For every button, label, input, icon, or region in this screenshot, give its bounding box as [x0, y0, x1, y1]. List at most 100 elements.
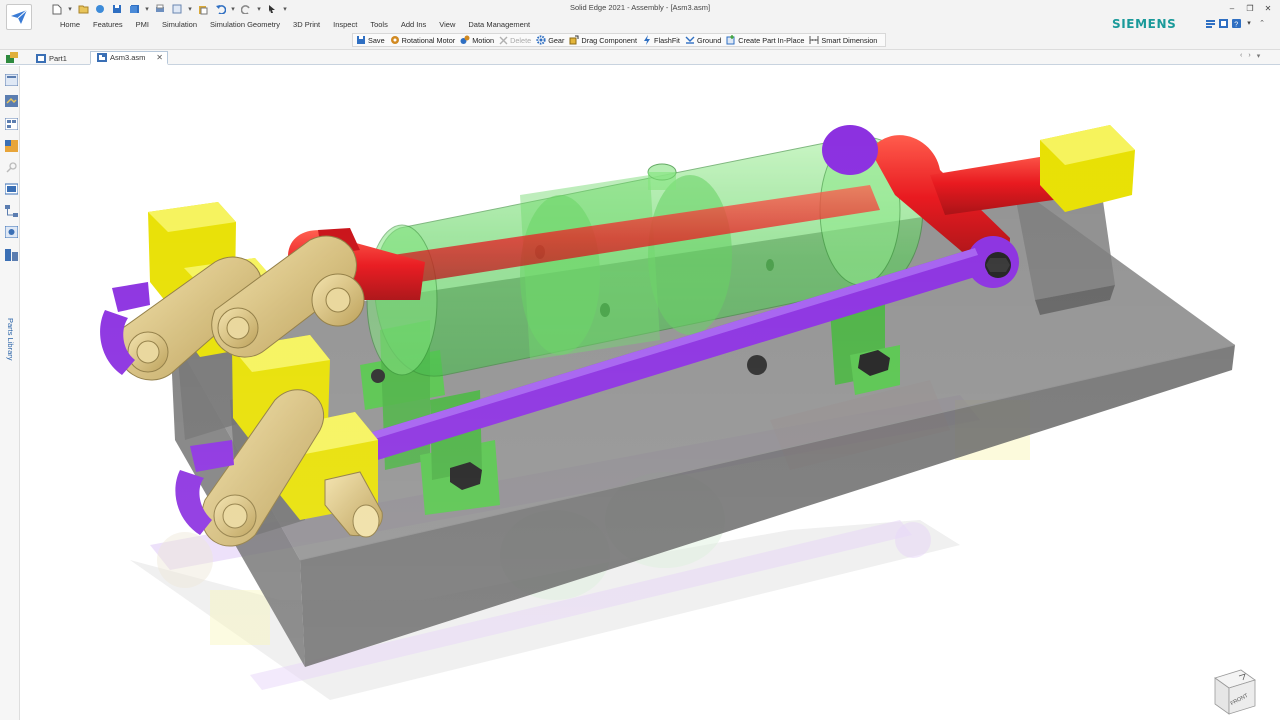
redo-icon[interactable] — [239, 3, 253, 15]
search-icon[interactable] — [5, 162, 18, 174]
gear-label: Gear — [548, 35, 565, 45]
viewport-fade — [21, 66, 1280, 720]
save-icon[interactable] — [110, 3, 124, 15]
dropdown-arrow-icon[interactable]: ▾ — [256, 4, 262, 14]
assembly-document-icon — [97, 53, 107, 62]
parts-library-tab[interactable]: Parts Library — [6, 318, 15, 361]
dropdown-arrow-icon[interactable]: ▾ — [67, 4, 73, 14]
tab-list-icon[interactable]: ▾ — [1257, 52, 1261, 60]
gear-button[interactable]: Gear — [536, 35, 569, 45]
print-preview-icon[interactable] — [170, 3, 184, 15]
delete-button[interactable]: Delete — [499, 36, 536, 45]
left-toolstrip: Parts Library — [0, 66, 20, 720]
menu-tools[interactable]: Tools — [370, 20, 401, 29]
flashfit-button[interactable]: FlashFit — [642, 35, 685, 45]
close-icon[interactable]: ✕ — [1262, 3, 1274, 13]
tab-part1[interactable]: Part1 — [30, 51, 86, 65]
dropdown-arrow-icon[interactable]: ▾ — [187, 4, 193, 14]
motion-button[interactable]: Motion — [460, 35, 499, 45]
flashfit-icon — [644, 35, 650, 45]
family-of-assemblies-icon[interactable] — [5, 226, 18, 238]
view-cube[interactable] — [1211, 666, 1259, 716]
restore-icon[interactable]: ❐ — [1244, 3, 1256, 13]
tab-navigation: ‹ › ▾ — [1240, 52, 1260, 60]
menu-simulation-geometry[interactable]: Simulation Geometry — [210, 20, 293, 29]
ground-label: Ground — [696, 35, 722, 45]
save-button[interactable]: Save — [356, 35, 390, 45]
menu-add-ins[interactable]: Add Ins — [401, 20, 439, 29]
ribbon-menu: Home Features PMI Simulation Simulation … — [60, 20, 543, 29]
ribbon-minimize-icon[interactable]: ⌃ — [1257, 18, 1267, 28]
teamcenter-icon[interactable] — [5, 183, 18, 195]
tab-prev-icon[interactable]: ‹ — [1240, 52, 1242, 60]
rotational-motor-label: Rotational Motor — [401, 35, 456, 45]
window-controls: ‒ ❐ ✕ — [1226, 3, 1274, 13]
pathfinder-icon[interactable] — [5, 74, 18, 86]
tab-asm3[interactable]: Asm3.asm ✕ — [90, 51, 168, 65]
graphics-viewport[interactable]: FRONT — [21, 66, 1280, 720]
close-file-icon[interactable] — [93, 3, 107, 15]
motion-icon — [460, 35, 470, 44]
paste-icon[interactable] — [196, 3, 210, 15]
delete-icon — [499, 36, 508, 44]
motion-label: Motion — [472, 35, 495, 45]
rotational-motor-button[interactable]: Rotational Motor — [390, 35, 461, 45]
document-tile-icon[interactable] — [1218, 18, 1228, 28]
assembly-model-view[interactable] — [21, 66, 1280, 720]
application-button[interactable] — [6, 4, 32, 30]
print-icon[interactable] — [153, 3, 167, 15]
save-all-icon[interactable] — [127, 3, 141, 15]
document-list-icon[interactable] — [1205, 18, 1215, 28]
dropdown-arrow-icon[interactable]: ▾ — [1244, 18, 1254, 28]
dropdown-arrow-icon[interactable]: ▾ — [230, 4, 236, 14]
flashfit-label: FlashFit — [654, 35, 680, 45]
menu-3d-print[interactable]: 3D Print — [293, 20, 333, 29]
title-ribbon-bar: ▾ ▾ ▾ ▾ ▾ ▾ Solid Edge 2021 - Assembly -… — [0, 0, 1280, 50]
rotational-motor-icon — [390, 36, 399, 44]
create-part-in-place-button[interactable]: Create Part In-Place — [726, 35, 809, 45]
menu-home[interactable]: Home — [60, 20, 93, 29]
appearance-icon[interactable] — [5, 140, 18, 152]
sensors-icon[interactable] — [5, 118, 18, 130]
tab-asm3-label: Asm3.asm — [110, 53, 146, 62]
dropdown-arrow-icon[interactable]: ▾ — [144, 4, 150, 14]
open-folder-icon[interactable] — [76, 3, 90, 15]
new-file-icon[interactable] — [50, 3, 64, 15]
smart-dimension-button[interactable]: Smart Dimension — [809, 35, 882, 45]
svg-text:?: ? — [1234, 21, 1238, 28]
save-label: Save — [368, 35, 385, 45]
customize-qat-icon[interactable]: ▾ — [282, 4, 288, 14]
siemens-logo: SIEMENS — [1112, 17, 1177, 31]
ground-icon — [685, 36, 695, 44]
menu-inspect[interactable]: Inspect — [333, 20, 370, 29]
drag-component-label: Drag Component — [581, 35, 637, 45]
close-tab-icon[interactable]: ✕ — [156, 53, 163, 62]
menu-simulation[interactable]: Simulation — [162, 20, 210, 29]
undo-icon[interactable] — [213, 3, 227, 15]
help-icon[interactable]: ? — [1231, 18, 1241, 28]
save-icon — [357, 36, 365, 44]
select-tool-icon[interactable] — [265, 3, 279, 15]
ground-button[interactable]: Ground — [685, 35, 726, 45]
layers-icon[interactable] — [5, 95, 18, 107]
menu-view[interactable]: View — [439, 20, 468, 29]
menu-features[interactable]: Features — [93, 20, 136, 29]
smart-dimension-label: Smart Dimension — [821, 35, 878, 45]
drag-component-button[interactable]: Drag Component — [569, 35, 642, 45]
tab-next-icon[interactable]: › — [1248, 52, 1250, 60]
parts-library-icon[interactable] — [5, 249, 18, 261]
menu-data-management[interactable]: Data Management — [468, 20, 543, 29]
document-tab-bar: Part1 Asm3.asm ✕ ‹ › ▾ — [0, 50, 1280, 65]
menu-pmi[interactable]: PMI — [136, 20, 162, 29]
command-bar: Save Rotational Motor Motion Delete Gear… — [352, 33, 887, 47]
delete-label: Delete — [510, 35, 532, 45]
create-part-icon — [726, 35, 735, 45]
gear-icon — [536, 35, 546, 45]
quick-access-toolbar: ▾ ▾ ▾ ▾ ▾ ▾ — [50, 2, 288, 16]
relationship-tree-icon[interactable] — [5, 205, 18, 217]
pathfinder-dock-icon[interactable] — [6, 52, 18, 63]
create-part-label: Create Part In-Place — [738, 35, 805, 45]
drag-component-icon — [569, 35, 579, 45]
tab-part1-label: Part1 — [49, 53, 67, 63]
minimize-icon[interactable]: ‒ — [1226, 3, 1238, 13]
